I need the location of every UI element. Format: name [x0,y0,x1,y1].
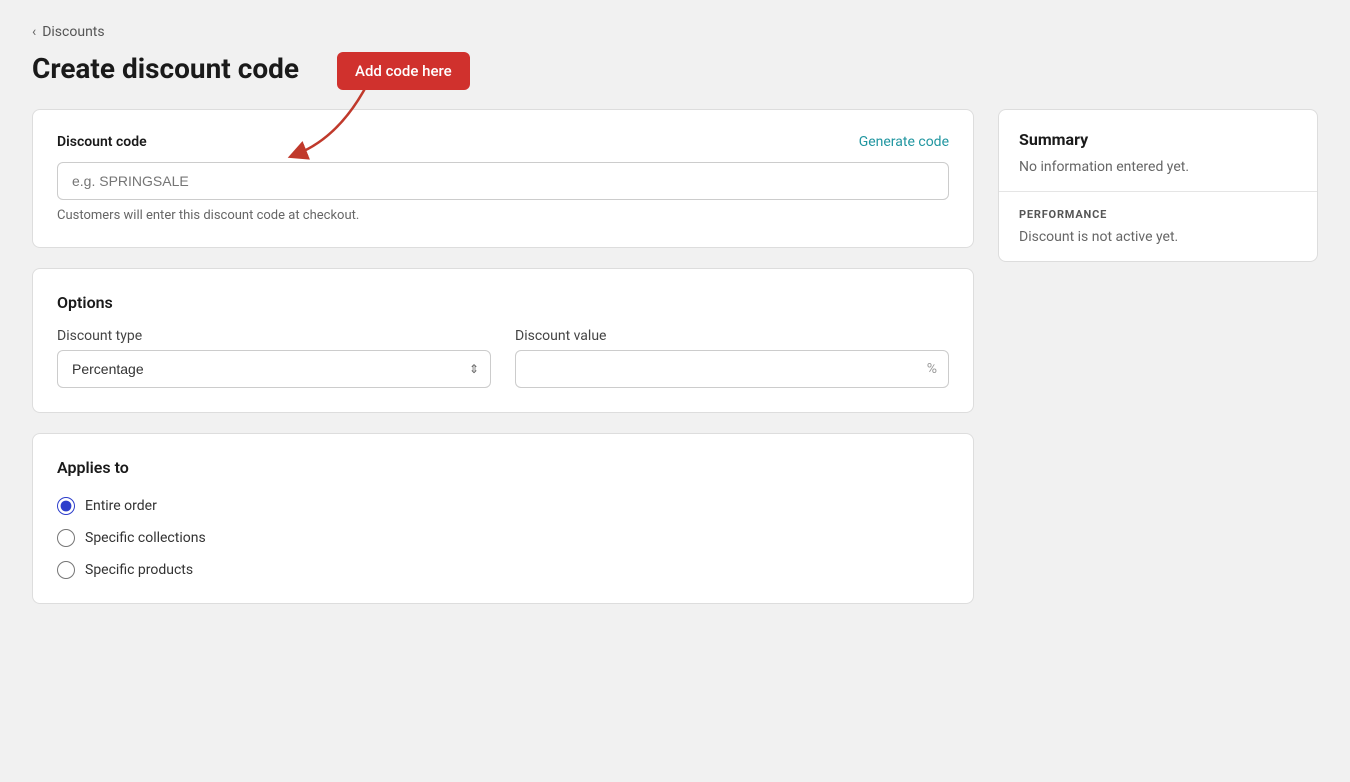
radio-specific-products-input[interactable] [57,561,75,579]
summary-card: Summary No information entered yet. PERF… [998,109,1318,262]
performance-section: PERFORMANCE Discount is not active yet. [999,192,1317,261]
applies-to-title: Applies to [57,458,949,477]
performance-label: PERFORMANCE [1019,208,1297,221]
breadcrumb: ‹ Discounts [32,24,1318,40]
options-grid: Discount type Percentage Fixed amount Fr… [57,328,949,388]
summary-title: Summary [1019,130,1297,149]
generate-code-link[interactable]: Generate code [859,134,949,150]
discount-value-input[interactable] [515,350,949,388]
applies-to-card: Applies to Entire order Specific collect… [32,433,974,604]
left-column: Discount code Generate code Add code her… [32,109,974,604]
discount-code-hint: Customers will enter this discount code … [57,208,949,223]
discount-type-select[interactable]: Percentage Fixed amount Free shipping [57,350,491,388]
summary-top: Summary No information entered yet. [999,110,1317,191]
discount-value-label: Discount value [515,328,949,344]
discount-type-label: Discount type [57,328,491,344]
radio-entire-order[interactable]: Entire order [57,497,949,515]
callout-bubble: Add code here [337,52,470,90]
radio-entire-order-input[interactable] [57,497,75,515]
radio-specific-products-label: Specific products [85,562,193,578]
radio-specific-collections-label: Specific collections [85,530,206,546]
back-icon: ‹ [32,24,36,40]
right-column: Summary No information entered yet. PERF… [998,109,1318,262]
page-title: Create discount code [32,52,1318,85]
discount-code-header: Discount code Generate code [57,134,949,150]
performance-info: Discount is not active yet. [1019,229,1297,245]
discount-value-wrapper: % [515,350,949,388]
discount-code-label: Discount code [57,134,147,150]
applies-to-radio-group: Entire order Specific collections Specif… [57,497,949,579]
discount-value-group: Discount value % [515,328,949,388]
options-card: Options Discount type Percentage Fixed a… [32,268,974,413]
radio-specific-collections-input[interactable] [57,529,75,547]
discount-type-group: Discount type Percentage Fixed amount Fr… [57,328,491,388]
discount-code-card: Discount code Generate code Add code her… [32,109,974,248]
discount-code-input[interactable] [57,162,949,200]
radio-specific-products[interactable]: Specific products [57,561,949,579]
summary-no-info: No information entered yet. [1019,159,1297,175]
percent-suffix: % [927,361,937,377]
breadcrumb-link[interactable]: Discounts [42,24,104,40]
discount-type-select-wrapper: Percentage Fixed amount Free shipping ⇕ [57,350,491,388]
callout-container: Add code here [57,162,949,208]
options-title: Options [57,293,949,312]
radio-entire-order-label: Entire order [85,498,157,514]
radio-specific-collections[interactable]: Specific collections [57,529,949,547]
